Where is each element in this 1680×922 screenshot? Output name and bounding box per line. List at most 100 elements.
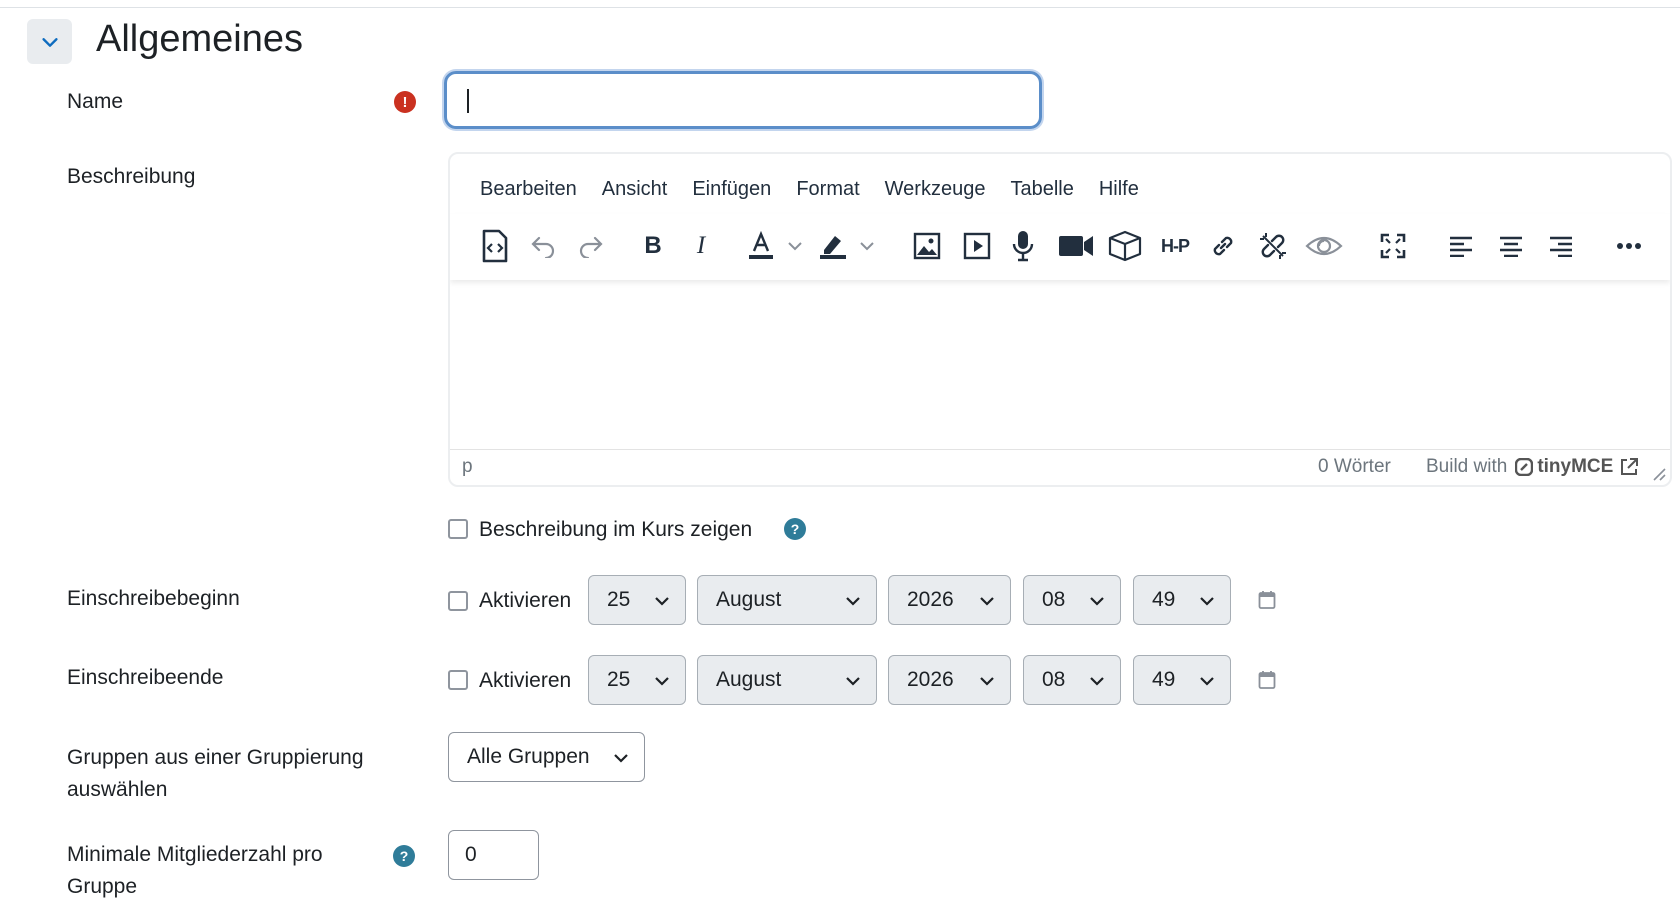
enrol-start-month-select[interactable]: August <box>697 575 877 625</box>
source-code-icon[interactable] <box>478 228 512 264</box>
highlight-color-icon[interactable] <box>816 228 850 264</box>
tinymce-branding[interactable]: Build with tinyMCE <box>1426 456 1639 478</box>
enrol-end-month-value: August <box>716 668 782 691</box>
element-path[interactable]: p <box>462 456 473 478</box>
more-options-icon[interactable] <box>1612 228 1646 264</box>
italic-icon[interactable]: I <box>686 228 716 264</box>
enrol-start-minute-value: 49 <box>1152 588 1176 611</box>
grouping-select[interactable]: Alle Gruppen <box>448 732 645 782</box>
h5p-icon[interactable]: H‑P <box>1156 228 1194 264</box>
redo-icon[interactable] <box>574 228 608 264</box>
enrol-start-year-value: 2026 <box>907 588 954 611</box>
undo-icon[interactable] <box>526 228 560 264</box>
enrol-start-minute-select[interactable]: 49 <box>1133 575 1231 625</box>
enrol-end-enable-label: Aktivieren <box>479 669 572 692</box>
collapse-section-button[interactable] <box>27 19 72 64</box>
text-color-icon[interactable] <box>744 228 778 264</box>
text-caret <box>467 89 469 113</box>
chevron-down-icon <box>655 677 669 686</box>
media-icon[interactable] <box>960 228 994 264</box>
enrol-start-month-value: August <box>716 588 782 611</box>
external-link-icon <box>1621 458 1639 475</box>
enrol-start-hour-select[interactable]: 08 <box>1023 575 1121 625</box>
chevron-down-icon <box>41 37 58 47</box>
enrol-end-year-select[interactable]: 2026 <box>888 655 1011 705</box>
menu-tabelle[interactable]: Tabelle <box>1010 172 1073 206</box>
enrol-end-hour-value: 08 <box>1042 668 1066 691</box>
menu-hilfe[interactable]: Hilfe <box>1099 172 1139 206</box>
chevron-down-icon <box>614 754 628 763</box>
highlight-dropdown-icon[interactable] <box>858 228 876 264</box>
show-description-checkbox[interactable] <box>448 519 468 539</box>
align-center-icon[interactable] <box>1494 228 1528 264</box>
calendar-icon[interactable] <box>1258 670 1276 690</box>
enrol-start-day-value: 25 <box>607 588 631 611</box>
editor-content-area[interactable] <box>450 282 1670 456</box>
enrol-end-hour-select[interactable]: 08 <box>1023 655 1121 705</box>
link-icon[interactable] <box>1206 228 1240 264</box>
build-with-text: Build with <box>1426 456 1508 477</box>
content-bank-icon[interactable] <box>1106 228 1144 264</box>
preview-eye-icon[interactable] <box>1304 228 1344 264</box>
enrol-start-hour-value: 08 <box>1042 588 1066 611</box>
min-members-label-line1: Minimale Mitgliederzahl pro <box>67 843 323 866</box>
tinymce-logo-icon <box>1515 458 1534 476</box>
enrol-start-label: Einschreibebeginn <box>67 587 240 610</box>
description-label: Beschreibung <box>67 165 196 188</box>
enrol-end-day-value: 25 <box>607 668 631 691</box>
grouping-value: Alle Gruppen <box>467 745 590 768</box>
word-count[interactable]: 0 Wörter <box>1318 456 1391 478</box>
enrol-start-day-select[interactable]: 25 <box>588 575 686 625</box>
menu-werkzeuge[interactable]: Werkzeuge <box>885 172 986 206</box>
microphone-icon[interactable] <box>1006 228 1040 264</box>
menu-format[interactable]: Format <box>796 172 859 206</box>
min-members-input[interactable]: 0 <box>448 830 539 880</box>
enrol-end-month-select[interactable]: August <box>697 655 877 705</box>
chevron-down-icon <box>980 597 994 606</box>
enrol-end-label: Einschreibeende <box>67 666 224 689</box>
chevron-down-icon <box>846 677 860 686</box>
chevron-down-icon <box>980 677 994 686</box>
enrol-end-minute-select[interactable]: 49 <box>1133 655 1231 705</box>
chevron-down-icon <box>846 597 860 606</box>
resize-handle-icon[interactable] <box>1652 467 1666 481</box>
bold-icon[interactable]: B <box>638 228 668 264</box>
enrol-start-enable-label: Aktivieren <box>479 589 572 612</box>
video-camera-icon[interactable] <box>1056 228 1096 264</box>
fullscreen-icon[interactable] <box>1376 228 1410 264</box>
enrol-end-day-select[interactable]: 25 <box>588 655 686 705</box>
rich-text-editor[interactable]: Bearbeiten Ansicht Einfügen Format Werkz… <box>448 152 1672 487</box>
help-icon[interactable]: ? <box>393 845 415 867</box>
tinymce-brand: tinyMCE <box>1537 456 1614 477</box>
show-description-label: Beschreibung im Kurs zeigen <box>479 518 753 541</box>
enrol-start-year-select[interactable]: 2026 <box>888 575 1011 625</box>
image-icon[interactable] <box>910 228 944 264</box>
menu-ansicht[interactable]: Ansicht <box>602 172 668 206</box>
enrol-end-year-value: 2026 <box>907 668 954 691</box>
chevron-down-icon <box>1200 597 1214 606</box>
enrol-end-enable-checkbox[interactable] <box>448 670 468 690</box>
grouping-label-line1: Gruppen aus einer Gruppierung <box>67 746 364 769</box>
top-divider <box>0 7 1680 8</box>
section-title: Allgemeines <box>96 18 303 60</box>
unlink-icon[interactable] <box>1256 228 1290 264</box>
menu-bearbeiten[interactable]: Bearbeiten <box>480 172 577 206</box>
name-label: Name <box>67 90 124 113</box>
chevron-down-icon <box>655 597 669 606</box>
grouping-label-line2: auswählen <box>67 778 168 801</box>
chevron-down-icon <box>1090 677 1104 686</box>
editor-toolbar: B I H‑P <box>450 214 1670 280</box>
min-members-label-line2: Gruppe <box>67 875 138 898</box>
text-color-dropdown-icon[interactable] <box>786 228 804 264</box>
help-icon[interactable]: ? <box>784 518 806 540</box>
align-left-icon[interactable] <box>1444 228 1478 264</box>
calendar-icon[interactable] <box>1258 590 1276 610</box>
chevron-down-icon <box>1200 677 1214 686</box>
align-right-icon[interactable] <box>1544 228 1578 264</box>
menu-einfuegen[interactable]: Einfügen <box>692 172 771 206</box>
required-icon: ! <box>394 91 416 113</box>
editor-statusbar: p 0 Wörter Build with tinyMCE <box>450 449 1670 485</box>
enrol-start-enable-checkbox[interactable] <box>448 591 468 611</box>
name-input[interactable] <box>444 71 1042 129</box>
editor-menubar: Bearbeiten Ansicht Einfügen Format Werkz… <box>450 172 1139 206</box>
